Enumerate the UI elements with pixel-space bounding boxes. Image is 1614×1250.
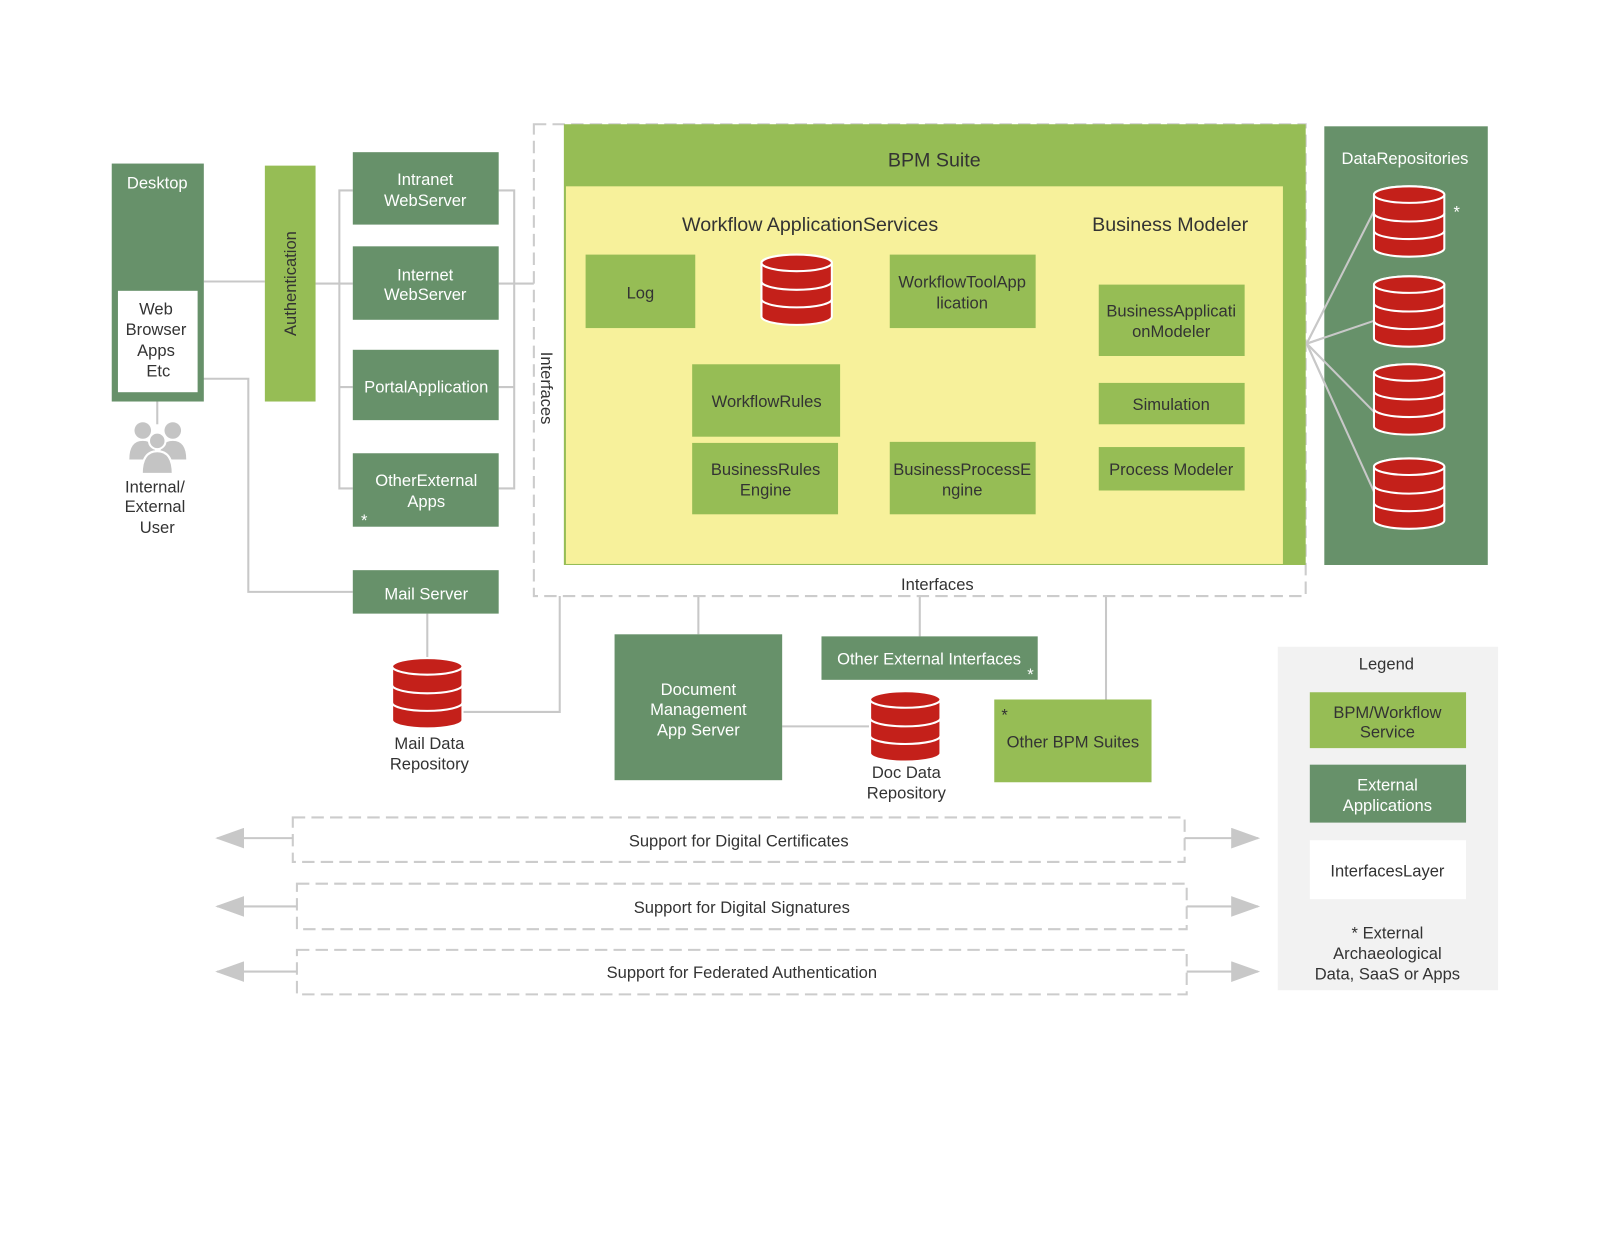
workflow-rules-label: WorkflowRules bbox=[712, 392, 822, 411]
mail-data-repository-database-icon[interactable] bbox=[391, 657, 464, 730]
legend-interfaces-label: InterfacesLayer bbox=[1330, 862, 1445, 881]
interfaces-side-label: Interfaces bbox=[537, 352, 556, 425]
business-modeler-title: Business Modeler bbox=[1092, 214, 1249, 236]
desktop-title: Desktop bbox=[127, 174, 188, 193]
data-repository-database-icon[interactable] bbox=[1372, 275, 1446, 348]
doc-data-repository-database-icon[interactable] bbox=[869, 690, 942, 763]
data-repository-database-icon[interactable] bbox=[1372, 457, 1446, 530]
support-digital-certificates: Support for Digital Certificates bbox=[215, 816, 1261, 863]
support-label: Support for Digital Signatures bbox=[634, 898, 850, 917]
support-federated-authentication: Support for Federated Authentication bbox=[215, 948, 1261, 996]
users-icon bbox=[129, 422, 187, 475]
mail-data-repository-label: Mail Data Repository bbox=[390, 734, 470, 774]
doc-data-repository-label: Doc Data Repository bbox=[867, 763, 947, 803]
asterisk-marker: * bbox=[1454, 203, 1461, 222]
legend: Legend BPM/Workflow Service External Appli… bbox=[1277, 646, 1499, 991]
asterisk-marker: * bbox=[1027, 665, 1034, 684]
workflow-services-title: Workflow ApplicationServices bbox=[682, 214, 938, 236]
portal-application-label: PortalApplication bbox=[364, 377, 488, 396]
interfaces-bottom-label: Interfaces bbox=[901, 575, 974, 594]
authentication-label: Authentication bbox=[281, 231, 300, 336]
mail-server-label: Mail Server bbox=[384, 584, 468, 603]
data-repositories-title: DataRepositories bbox=[1342, 149, 1469, 168]
data-repository-database-icon[interactable] bbox=[1372, 185, 1446, 258]
support-label: Support for Federated Authentication bbox=[607, 963, 877, 982]
bpm-architecture-diagram: Desktop Web Browser Apps Etc Internal/ E… bbox=[111, 123, 1499, 996]
other-bpm-suites-label: Other BPM Suites bbox=[1007, 732, 1139, 751]
other-external-interfaces-label: Other External Interfaces bbox=[837, 650, 1021, 669]
support-digital-signatures: Support for Digital Signatures bbox=[215, 882, 1261, 931]
log-label: Log bbox=[627, 283, 655, 302]
bpm-suite-title: BPM Suite bbox=[888, 150, 981, 172]
support-label: Support for Digital Certificates bbox=[629, 832, 849, 851]
simulation-label: Simulation bbox=[1133, 395, 1210, 414]
legend-title: Legend bbox=[1359, 655, 1414, 674]
user-label: Internal/ External User bbox=[125, 478, 190, 537]
process-modeler-label: Process Modeler bbox=[1109, 460, 1234, 479]
log-database-icon[interactable] bbox=[760, 253, 833, 326]
asterisk-marker: * bbox=[1001, 705, 1008, 724]
asterisk-marker: * bbox=[361, 511, 368, 530]
data-repository-database-icon[interactable] bbox=[1372, 363, 1446, 436]
document-management-server-label: Document Management App Server bbox=[650, 681, 747, 740]
